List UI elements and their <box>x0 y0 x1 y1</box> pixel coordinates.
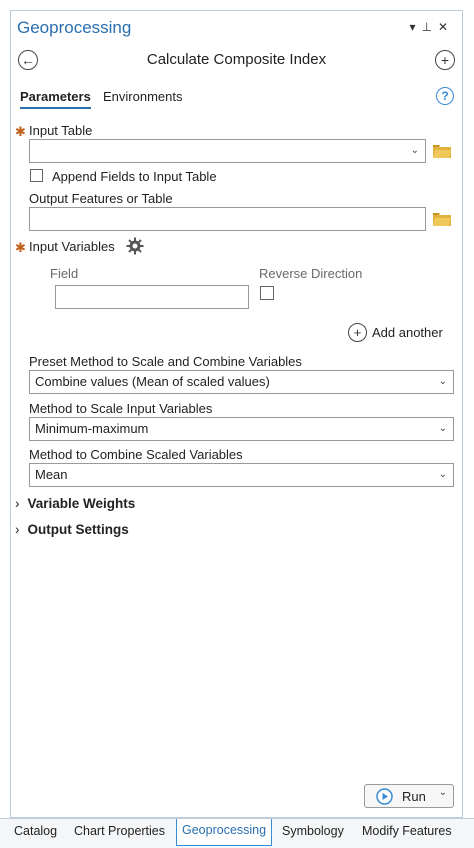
input-variables-label: Input Variables <box>29 239 115 254</box>
scale-method-dropdown[interactable]: Minimum-maximum ⌄ <box>29 417 454 441</box>
help-button[interactable]: ? <box>436 87 454 105</box>
pane-title: Geoprocessing <box>17 18 132 37</box>
preset-method-label: Preset Method to Scale and Combine Varia… <box>29 354 302 369</box>
tab-geoprocessing[interactable]: Geoprocessing <box>176 819 273 846</box>
chevron-down-icon[interactable]: ⌄ <box>439 787 447 798</box>
tool-title: Calculate Composite Index <box>146 51 327 68</box>
append-fields-label: Append Fields to Input Table <box>52 169 217 184</box>
plus-icon: + <box>348 323 367 342</box>
append-fields-checkbox[interactable] <box>30 169 43 182</box>
input-table-label: Input Table <box>29 123 93 138</box>
add-another-button[interactable]: + Add another <box>348 323 443 342</box>
run-label: Run <box>402 789 426 804</box>
dropdown-icon[interactable]: ▾ <box>409 20 421 34</box>
folder-icon[interactable] <box>433 145 451 158</box>
field-input[interactable] <box>55 285 249 309</box>
scale-method-value: Minimum-maximum <box>35 421 149 436</box>
chevron-down-icon: ⌄ <box>438 423 447 434</box>
section-output-settings[interactable]: › Output Settings <box>15 522 129 537</box>
output-features-label: Output Features or Table <box>29 191 173 206</box>
tab-modify-features[interactable]: Modify Features <box>362 824 452 838</box>
combine-method-label: Method to Combine Scaled Variables <box>29 447 243 462</box>
pane-window-controls: ▾⊥✕ <box>409 20 454 34</box>
tab-environments[interactable]: Environments <box>103 89 182 104</box>
reverse-direction-checkbox[interactable] <box>260 286 274 300</box>
dock-tab-bar: Catalog Chart Properties Geoprocessing S… <box>0 818 474 848</box>
gear-icon[interactable] <box>126 237 144 255</box>
tab-chart-properties[interactable]: Chart Properties <box>74 824 165 838</box>
play-icon <box>376 788 393 805</box>
run-button[interactable]: Run ⌄ <box>364 784 454 808</box>
tab-catalog[interactable]: Catalog <box>14 824 57 838</box>
chevron-right-icon: › <box>15 522 20 537</box>
section-label: Variable Weights <box>27 496 136 511</box>
geoprocessing-pane: Geoprocessing ▾⊥✕ ← Calculate Composite … <box>10 10 463 818</box>
folder-icon[interactable] <box>433 213 451 226</box>
input-table-dropdown[interactable]: ⌄ <box>29 139 426 163</box>
pin-icon[interactable]: ⊥ <box>421 20 437 34</box>
output-features-input[interactable] <box>29 207 426 231</box>
required-marker: ✱ <box>15 240 26 255</box>
chevron-right-icon: › <box>15 496 20 511</box>
plus-icon: + <box>440 52 450 68</box>
required-marker: ✱ <box>15 124 26 139</box>
close-icon[interactable]: ✕ <box>438 20 454 34</box>
tab-parameters[interactable]: Parameters <box>20 89 91 109</box>
chevron-down-icon: ⌄ <box>410 145 419 156</box>
section-variable-weights[interactable]: › Variable Weights <box>15 496 135 511</box>
preset-method-value: Combine values (Mean of scaled values) <box>35 374 270 389</box>
add-tool-button[interactable]: + <box>435 50 455 70</box>
field-column-header: Field <box>50 266 79 281</box>
chevron-down-icon: ⌄ <box>438 469 447 480</box>
tab-symbology[interactable]: Symbology <box>282 824 344 838</box>
combine-method-value: Mean <box>35 467 68 482</box>
add-another-label: Add another <box>372 325 443 340</box>
preset-method-dropdown[interactable]: Combine values (Mean of scaled values) ⌄ <box>29 370 454 394</box>
question-icon: ? <box>441 89 449 103</box>
section-label: Output Settings <box>27 522 129 537</box>
scale-method-label: Method to Scale Input Variables <box>29 401 213 416</box>
reverse-direction-column-header: Reverse Direction <box>259 266 363 281</box>
chevron-down-icon: ⌄ <box>438 376 447 387</box>
combine-method-dropdown[interactable]: Mean ⌄ <box>29 463 454 487</box>
